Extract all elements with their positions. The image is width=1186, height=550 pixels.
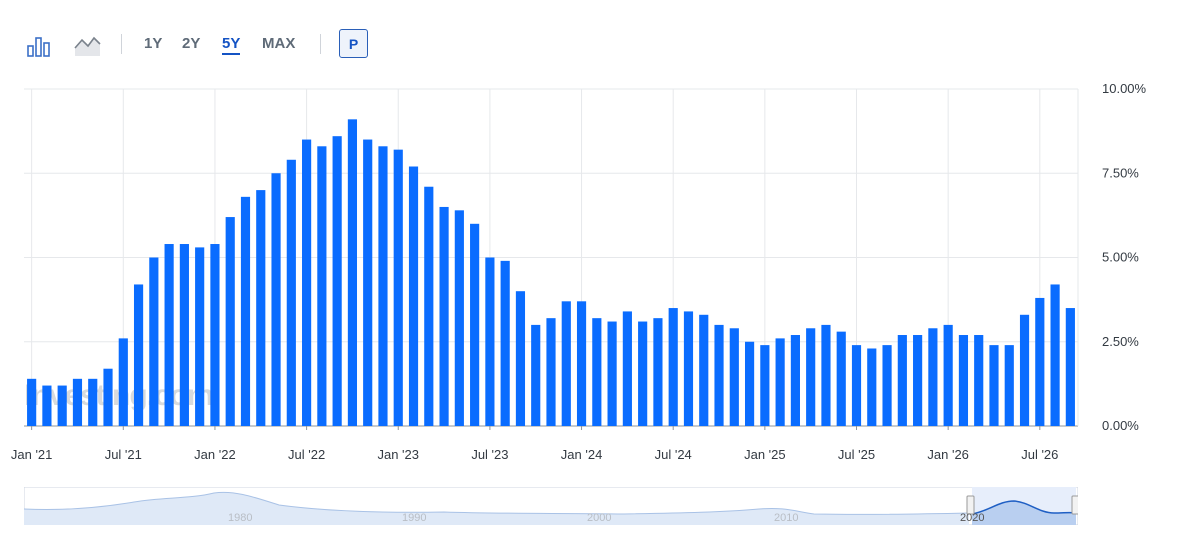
y-tick-label: 7.50% bbox=[1102, 165, 1139, 180]
bar[interactable] bbox=[149, 257, 159, 427]
bar[interactable] bbox=[271, 173, 281, 426]
bar[interactable] bbox=[592, 318, 602, 426]
bar[interactable] bbox=[1035, 297, 1045, 426]
bar[interactable] bbox=[42, 385, 52, 426]
y-tick-label: 2.50% bbox=[1102, 334, 1139, 349]
bar-chart: Investing.com 0.00%2.50%5.00%7.50%10.00%… bbox=[11, 81, 1147, 462]
bar[interactable] bbox=[225, 217, 235, 426]
bar[interactable] bbox=[867, 348, 877, 426]
bar[interactable] bbox=[913, 335, 923, 426]
bar[interactable] bbox=[57, 385, 67, 426]
bar[interactable] bbox=[897, 335, 907, 426]
bar[interactable] bbox=[439, 206, 449, 426]
bar[interactable] bbox=[576, 301, 587, 426]
bar[interactable] bbox=[806, 328, 816, 426]
navigator-year-label: 2020 bbox=[960, 512, 984, 524]
bar[interactable] bbox=[454, 210, 464, 426]
bar[interactable] bbox=[133, 284, 144, 426]
bar[interactable] bbox=[118, 338, 128, 426]
bar[interactable] bbox=[195, 247, 205, 426]
bar[interactable] bbox=[531, 324, 541, 426]
bar[interactable] bbox=[72, 378, 83, 426]
bar[interactable] bbox=[1019, 314, 1030, 426]
bar[interactable] bbox=[699, 314, 709, 426]
x-tick-label: Jan '21 bbox=[11, 447, 53, 462]
bar[interactable] bbox=[1050, 284, 1060, 426]
bar[interactable] bbox=[302, 139, 312, 427]
bar[interactable] bbox=[164, 244, 174, 426]
bar[interactable] bbox=[27, 378, 37, 426]
bar[interactable] bbox=[958, 335, 969, 426]
bar[interactable] bbox=[683, 311, 694, 426]
bar[interactable] bbox=[424, 186, 434, 426]
bar[interactable] bbox=[851, 345, 862, 426]
bar[interactable] bbox=[363, 139, 373, 427]
bar[interactable] bbox=[744, 341, 755, 426]
bar-series bbox=[27, 119, 1075, 427]
bar[interactable] bbox=[347, 119, 358, 426]
bar[interactable] bbox=[653, 318, 663, 426]
navigator-year-label: 1980 bbox=[228, 512, 252, 524]
bar[interactable] bbox=[760, 345, 770, 426]
navigator-handle-right[interactable] bbox=[1071, 495, 1080, 515]
y-tick-label: 5.00% bbox=[1102, 250, 1139, 265]
bar[interactable] bbox=[928, 328, 938, 426]
bar[interactable] bbox=[729, 328, 739, 426]
bar[interactable] bbox=[821, 324, 831, 426]
x-tick-label: Jul '22 bbox=[288, 447, 325, 462]
x-tick-label: Jan '25 bbox=[744, 447, 786, 462]
x-tick-label: Jan '24 bbox=[561, 447, 603, 462]
bar[interactable] bbox=[210, 244, 220, 426]
bar[interactable] bbox=[408, 166, 419, 426]
bar[interactable] bbox=[332, 136, 342, 426]
bar[interactable] bbox=[1065, 308, 1075, 426]
bar[interactable] bbox=[790, 335, 800, 426]
bar[interactable] bbox=[989, 345, 999, 426]
navigator-year-label: 2000 bbox=[587, 512, 611, 524]
x-axis-labels: Jan '21 Jul '21 Jan '22 Jul '22 Jan '23 Jul '… bbox=[11, 447, 1059, 462]
y-axis-labels: 0.00% 2.50% 5.00% 7.50% 10.00% bbox=[1102, 81, 1147, 433]
navigator-overview: 1980 1990 2000 2010 2020 bbox=[23, 486, 1080, 526]
bar[interactable] bbox=[836, 331, 846, 426]
x-tick-label: Jul '21 bbox=[105, 447, 142, 462]
bar[interactable] bbox=[179, 244, 189, 426]
navigator-year-label: 1990 bbox=[402, 512, 426, 524]
bar[interactable] bbox=[256, 190, 266, 426]
bar[interactable] bbox=[393, 149, 403, 426]
y-tick-label: 10.00% bbox=[1102, 81, 1147, 96]
navigator-year-label: 2010 bbox=[774, 512, 798, 524]
bar[interactable] bbox=[485, 257, 495, 427]
bar[interactable] bbox=[103, 368, 113, 426]
bar[interactable] bbox=[88, 378, 98, 426]
x-tick-label: Jan '23 bbox=[377, 447, 419, 462]
bar[interactable] bbox=[943, 324, 953, 426]
bar[interactable] bbox=[378, 146, 388, 427]
x-tick-label: Jan '26 bbox=[927, 447, 969, 462]
bar[interactable] bbox=[317, 146, 327, 427]
bar[interactable] bbox=[668, 308, 678, 426]
bar[interactable] bbox=[561, 301, 571, 426]
bar[interactable] bbox=[470, 223, 480, 426]
x-tick-label: Jul '23 bbox=[471, 447, 508, 462]
bar[interactable] bbox=[775, 338, 785, 426]
bar[interactable] bbox=[622, 311, 632, 426]
bar[interactable] bbox=[638, 321, 648, 426]
bar[interactable] bbox=[607, 321, 617, 426]
range-navigator[interactable]: 1980 1990 2000 2010 2020 bbox=[23, 486, 1080, 526]
bar[interactable] bbox=[500, 260, 510, 426]
bar[interactable] bbox=[974, 335, 984, 426]
x-tick-label: Jul '26 bbox=[1021, 447, 1058, 462]
bar[interactable] bbox=[882, 345, 892, 426]
y-tick-label: 0.00% bbox=[1102, 418, 1139, 433]
bar[interactable] bbox=[546, 318, 556, 426]
x-tick-label: Jan '22 bbox=[194, 447, 236, 462]
x-tick-label: Jul '25 bbox=[838, 447, 875, 462]
bar[interactable] bbox=[714, 324, 724, 426]
bar[interactable] bbox=[240, 196, 251, 426]
x-tick-label: Jul '24 bbox=[655, 447, 692, 462]
bar[interactable] bbox=[286, 159, 296, 426]
bar[interactable] bbox=[1004, 345, 1014, 426]
bar[interactable] bbox=[515, 291, 526, 426]
